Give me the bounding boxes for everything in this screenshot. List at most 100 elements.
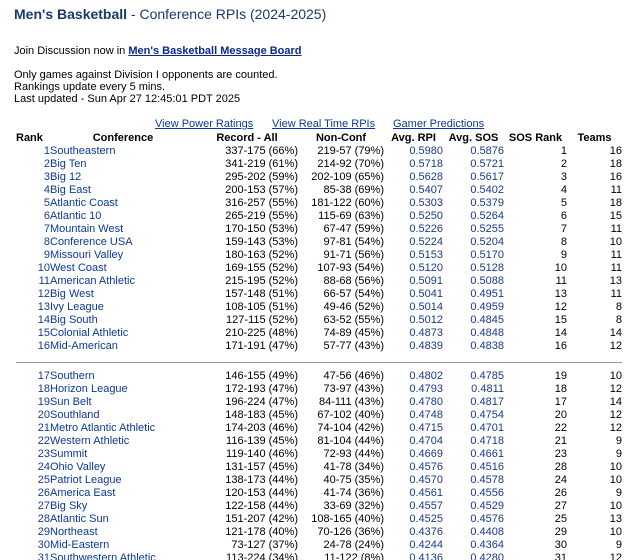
conference-link[interactable]: Southland bbox=[50, 409, 100, 421]
table-row: 2 Big Ten 341-219 (61%) 214-92 (70%) 0.5718 0… bbox=[16, 158, 622, 171]
sos-rank-cell: 14 bbox=[554, 327, 567, 339]
conference-link[interactable]: America East bbox=[50, 487, 115, 499]
avg-sos-cell: 0.4578 bbox=[470, 474, 504, 486]
conference-link[interactable]: Patriot League bbox=[50, 474, 122, 486]
avg-sos-cell: 0.4838 bbox=[470, 340, 504, 352]
table-row: 1 Southeastern 337-175 (66%) 219-57 (79%) 0.… bbox=[16, 145, 622, 158]
conference-link[interactable]: Northeast bbox=[50, 526, 98, 538]
avg-rpi-cell: 0.5628 bbox=[409, 171, 443, 183]
non-conf-cell: 67-102 (40%) bbox=[317, 409, 384, 421]
conference-link[interactable]: Mountain West bbox=[50, 223, 123, 235]
teams-cell: 9 bbox=[615, 448, 622, 460]
table-row: 14 Big South 127-115 (52%) 63-52 (55%) 0.501… bbox=[16, 314, 622, 327]
avg-sos-cell: 0.4701 bbox=[470, 422, 504, 434]
avg-rpi-cell: 0.5226 bbox=[409, 223, 443, 235]
conference-link[interactable]: Southwestern Athletic bbox=[50, 552, 156, 560]
avg-sos-cell: 0.4661 bbox=[470, 448, 504, 460]
non-conf-cell: 74-89 (45%) bbox=[323, 327, 384, 339]
conference-link[interactable]: Atlantic Coast bbox=[50, 197, 118, 209]
teams-cell: 10 bbox=[609, 236, 622, 248]
rank-cell: 27 bbox=[37, 500, 50, 512]
conference-link[interactable]: Big South bbox=[50, 314, 98, 326]
teams-cell: 12 bbox=[609, 552, 622, 560]
non-conf-cell: 41-78 (34%) bbox=[323, 461, 384, 473]
record-all-cell: 127-115 (52%) bbox=[226, 314, 298, 326]
non-conf-cell: 63-52 (55%) bbox=[323, 314, 384, 326]
real-time-rpis-link[interactable]: View Real Time RPIs bbox=[272, 118, 375, 130]
table-row: 24 Ohio Valley 131-157 (45%) 41-78 (34%) 0.4… bbox=[16, 461, 622, 474]
gamer-predictions-link[interactable]: Gamer Predictions bbox=[393, 118, 484, 130]
rank-cell: 12 bbox=[37, 288, 50, 300]
conference-link[interactable]: Big West bbox=[50, 288, 94, 300]
non-conf-cell: 107-93 (54%) bbox=[317, 262, 384, 274]
table-row: 7 Mountain West 170-150 (53%) 67-47 (59%) 0.… bbox=[16, 223, 622, 236]
conference-link[interactable]: Big East bbox=[50, 184, 91, 196]
conference-link[interactable]: Southern bbox=[50, 370, 95, 382]
non-conf-cell: 40-75 (35%) bbox=[323, 474, 384, 486]
sos-rank-cell: 31 bbox=[554, 552, 567, 560]
avg-rpi-cell: 0.4244 bbox=[409, 539, 443, 551]
avg-rpi-cell: 0.5012 bbox=[409, 314, 443, 326]
avg-rpi-cell: 0.4561 bbox=[409, 487, 443, 499]
record-all-cell: 295-202 (59%) bbox=[225, 171, 298, 183]
rank-cell: 15 bbox=[37, 327, 50, 339]
record-all-cell: 180-163 (52%) bbox=[225, 249, 298, 261]
conference-link[interactable]: Horizon League bbox=[50, 383, 128, 395]
record-all-cell: 171-191 (47%) bbox=[225, 340, 298, 352]
conference-link[interactable]: Ohio Valley bbox=[50, 461, 105, 473]
conference-link[interactable]: Big 12 bbox=[50, 171, 81, 183]
conference-link[interactable]: Mid-American bbox=[50, 340, 118, 352]
avg-sos-cell: 0.5170 bbox=[470, 249, 504, 261]
rank-cell: 13 bbox=[37, 301, 50, 313]
avg-rpi-cell: 0.4793 bbox=[409, 383, 443, 395]
conference-link[interactable]: Metro Atlantic Athletic bbox=[50, 422, 155, 434]
table-row: 22 Western Athletic 116-139 (45%) 81-104 (4… bbox=[16, 435, 622, 448]
table-row: 10 West Coast 169-155 (52%) 107-93 (54%) 0.5… bbox=[16, 262, 622, 275]
conference-link[interactable]: Atlantic 10 bbox=[50, 210, 101, 222]
conference-link[interactable]: Ivy League bbox=[50, 301, 104, 313]
table-row: 28 Atlantic Sun 151-207 (42%) 108-165 (40%)… bbox=[16, 513, 622, 526]
conference-link[interactable]: West Coast bbox=[50, 262, 107, 274]
avg-rpi-cell: 0.4715 bbox=[409, 422, 443, 434]
avg-rpi-cell: 0.4557 bbox=[409, 500, 443, 512]
record-all-cell: 172-193 (47%) bbox=[225, 383, 298, 395]
power-ratings-link[interactable]: View Power Ratings bbox=[155, 118, 253, 130]
avg-sos-cell: 0.5088 bbox=[470, 275, 504, 287]
conference-link[interactable]: Atlantic Sun bbox=[50, 513, 109, 525]
sos-rank-cell: 18 bbox=[554, 383, 567, 395]
avg-rpi-cell: 0.4780 bbox=[409, 396, 443, 408]
table-row: 20 Southland 148-183 (45%) 67-102 (40%) 0.47… bbox=[16, 409, 622, 422]
teams-cell: 14 bbox=[609, 327, 622, 339]
conference-link[interactable]: Missouri Valley bbox=[50, 249, 123, 261]
conference-link[interactable]: Conference USA bbox=[50, 236, 133, 248]
conference-link[interactable]: American Athletic bbox=[50, 275, 135, 287]
conference-link[interactable]: Western Athletic bbox=[50, 435, 129, 447]
sos-rank-cell: 22 bbox=[554, 422, 567, 434]
sos-rank-cell: 12 bbox=[554, 301, 567, 313]
avg-rpi-cell: 0.4525 bbox=[409, 513, 443, 525]
record-all-cell: 210-225 (48%) bbox=[225, 327, 298, 339]
conference-link[interactable]: Summit bbox=[50, 448, 87, 460]
conference-link[interactable]: Mid-Eastern bbox=[50, 539, 109, 551]
conference-link[interactable]: Southeastern bbox=[50, 145, 115, 157]
rank-cell: 1 bbox=[43, 145, 50, 157]
record-all-cell: 113-224 (34%) bbox=[226, 552, 298, 560]
conference-link[interactable]: Big Ten bbox=[50, 158, 87, 170]
conference-link[interactable]: Big Sky bbox=[50, 500, 87, 512]
teams-cell: 9 bbox=[615, 487, 622, 499]
sos-rank-cell: 4 bbox=[560, 184, 567, 196]
header-non-conf: Non-Conf bbox=[315, 132, 367, 144]
teams-cell: 9 bbox=[615, 435, 622, 447]
conference-link[interactable]: Sun Belt bbox=[50, 396, 92, 408]
non-conf-cell: 24-78 (24%) bbox=[323, 539, 384, 551]
teams-cell: 16 bbox=[609, 171, 622, 183]
avg-sos-cell: 0.4408 bbox=[470, 526, 504, 538]
avg-rpi-cell: 0.5224 bbox=[409, 236, 443, 248]
avg-sos-cell: 0.5402 bbox=[470, 184, 504, 196]
conference-cell: Mid-Eastern bbox=[50, 539, 196, 552]
sos-rank-cell: 17 bbox=[554, 396, 567, 408]
teams-cell: 14 bbox=[609, 396, 622, 408]
conference-link[interactable]: Colonial Athletic bbox=[50, 327, 128, 339]
conference-cell: Ohio Valley bbox=[50, 461, 196, 474]
message-board-link[interactable]: Men's Basketball Message Board bbox=[128, 45, 301, 57]
